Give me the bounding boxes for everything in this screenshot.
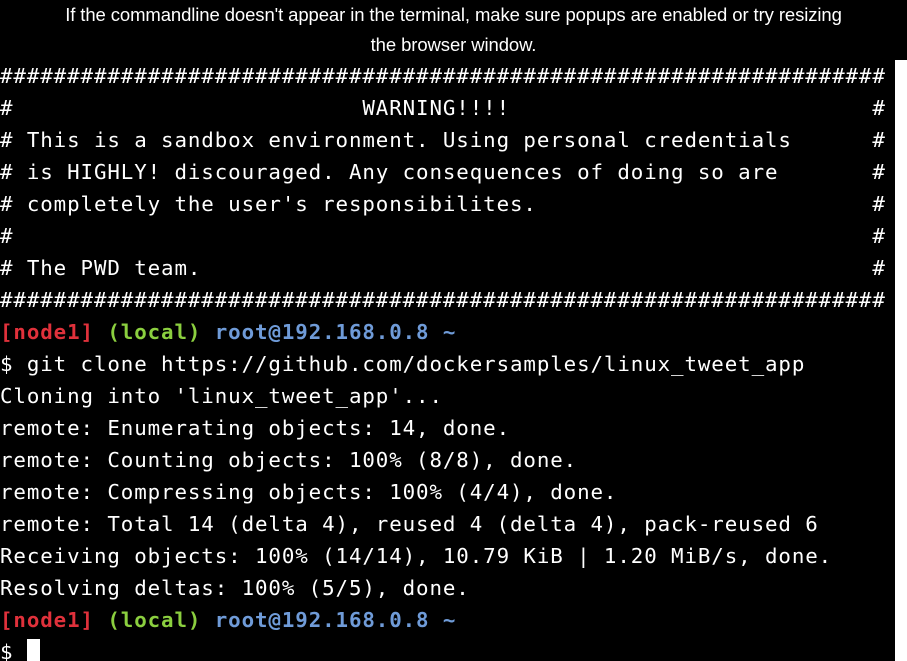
shell-prompt: [node1] (local) root@192.168.0.8 ~ (0, 316, 456, 348)
output-line: Receiving objects: 100% (14/14), 10.79 K… (0, 544, 833, 568)
terminal-scrollbar[interactable] (895, 60, 907, 661)
prompt-local: (local) (107, 320, 202, 344)
notice-line-1: If the commandline doesn't appear in the… (65, 4, 842, 25)
input-prompt: $ (0, 640, 14, 661)
prompt-node: [node1] (0, 320, 94, 344)
banner-line: # completely the user's responsibilites.… (0, 192, 886, 216)
terminal-window[interactable]: ########################################… (0, 60, 895, 661)
prompt-dir: ~ (442, 320, 457, 344)
prompt-local: (local) (107, 608, 202, 632)
output-line: Resolving deltas: 100% (5/5), done. (0, 576, 470, 600)
output-line: Cloning into 'linux_tweet_app'... (0, 384, 443, 408)
prompt-dir: ~ (442, 608, 457, 632)
popup-notice: If the commandline doesn't appear in the… (0, 0, 907, 60)
command-line: $ git clone https://github.com/dockersam… (0, 352, 806, 376)
output-line: remote: Total 14 (delta 4), reused 4 (de… (0, 512, 819, 536)
banner-line: # The PWD team. # (0, 256, 886, 280)
terminal-cursor (27, 639, 40, 661)
prompt-host: root@192.168.0.8 (214, 320, 430, 344)
banner-line: ########################################… (0, 288, 886, 312)
output-line: remote: Counting objects: 100% (8/8), do… (0, 448, 578, 472)
banner-line: # This is a sandbox environment. Using p… (0, 128, 886, 152)
prompt-node: [node1] (0, 608, 94, 632)
shell-prompt: [node1] (local) root@192.168.0.8 ~ (0, 604, 456, 636)
banner-line: # WARNING!!!! # (0, 96, 886, 120)
output-line: remote: Enumerating objects: 14, done. (0, 416, 510, 440)
notice-line-2: the browser window. (370, 34, 537, 55)
banner-line: # is HIGHLY! discouraged. Any consequenc… (0, 160, 886, 184)
prompt-host: root@192.168.0.8 (214, 608, 430, 632)
banner-line: ########################################… (0, 64, 886, 88)
input-line[interactable]: $ (0, 636, 13, 661)
banner-line: # # (0, 224, 886, 248)
output-line: remote: Compressing objects: 100% (4/4),… (0, 480, 618, 504)
